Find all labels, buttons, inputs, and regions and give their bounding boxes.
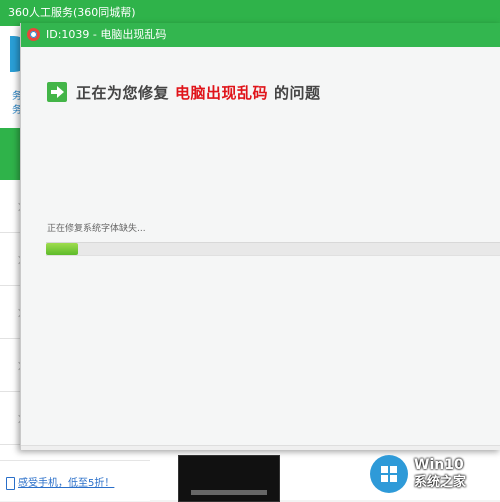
background-sidebar-item[interactable] xyxy=(0,233,24,286)
watermark-line2: 系统之家 xyxy=(414,475,467,490)
background-sidebar-active-item[interactable] xyxy=(0,128,22,180)
heading-prefix: 正在为您修复 xyxy=(76,83,170,102)
watermark: Win10 系统之家 xyxy=(370,448,500,500)
footer-promo-link[interactable]: 感受手机，低至5折！ xyxy=(6,474,114,490)
progress-fill xyxy=(46,243,78,255)
logo-pane xyxy=(381,475,388,482)
arrow-right-icon xyxy=(47,82,67,102)
dialog-titlebar[interactable]: ID:1039 - 电脑出现乱码 xyxy=(21,23,500,47)
windows-logo-icon xyxy=(370,455,408,493)
heading-highlight: 电脑出现乱码 xyxy=(175,83,269,102)
status-text: 正在修复系统字体缺失... xyxy=(47,224,146,234)
logo-pane xyxy=(390,466,397,473)
lifebuoy-icon xyxy=(27,28,40,41)
background-sidebar-item[interactable] xyxy=(0,339,24,392)
background-sidebar xyxy=(0,180,24,450)
watermark-text: Win10 系统之家 xyxy=(414,457,466,491)
heading-text: 正在为您修复 电脑出现乱码 的问题 xyxy=(76,82,321,103)
footer-promo-label: 感受手机，低至5折！ xyxy=(18,478,115,489)
repair-heading: 正在为您修复 电脑出现乱码 的问题 xyxy=(47,81,321,103)
thumbnail-bar xyxy=(191,490,267,495)
progress-bar xyxy=(46,242,500,256)
repair-dialog: ID:1039 - 电脑出现乱码 正在为您修复 电脑出现乱码 的问题 正在修复系统字… xyxy=(20,23,500,450)
background-thumbnail xyxy=(178,455,280,502)
background-sidebar-item[interactable] xyxy=(0,286,24,339)
heading-suffix: 的问题 xyxy=(274,83,321,102)
logo-pane xyxy=(381,466,388,473)
phone-icon xyxy=(6,476,15,490)
background-sidebar-item[interactable] xyxy=(0,392,24,445)
background-sidebar-item[interactable] xyxy=(0,180,24,233)
dialog-title: ID:1039 - 电脑出现乱码 xyxy=(46,28,167,41)
logo-pane xyxy=(390,475,397,482)
watermark-line1: Win10 xyxy=(414,457,464,473)
